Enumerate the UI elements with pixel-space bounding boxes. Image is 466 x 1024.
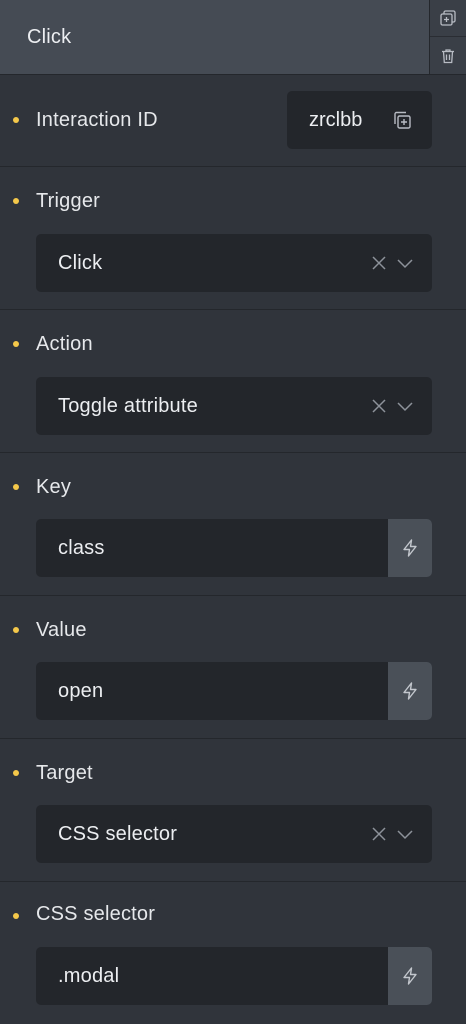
trigger-selected-value: Click bbox=[58, 252, 103, 274]
indicator-dot bbox=[13, 484, 19, 490]
trash-icon bbox=[442, 48, 454, 63]
value-input-value[interactable]: open bbox=[58, 662, 103, 720]
clear-icon[interactable] bbox=[369, 396, 389, 416]
interaction-panel: Click Interaction ID zrclbb Trigger Clic… bbox=[0, 0, 466, 1024]
duplicate-button[interactable] bbox=[430, 0, 466, 37]
copy-icon[interactable] bbox=[392, 110, 412, 130]
chevron-down-icon[interactable] bbox=[395, 824, 415, 844]
indicator-dot bbox=[13, 117, 19, 123]
target-row: Target CSS selector bbox=[0, 738, 466, 881]
interaction-id-label: Interaction ID bbox=[36, 109, 158, 131]
interaction-id-box: zrclbb bbox=[287, 91, 432, 149]
target-select[interactable]: CSS selector bbox=[36, 805, 432, 863]
action-select[interactable]: Toggle attribute bbox=[36, 377, 432, 435]
value-input[interactable]: open bbox=[36, 662, 432, 720]
interaction-id-row: Interaction ID zrclbb bbox=[0, 74, 466, 166]
css-selector-row: CSS selector .modal bbox=[0, 881, 466, 1024]
dynamic-data-button[interactable] bbox=[388, 947, 432, 1005]
value-label: Value bbox=[36, 619, 87, 641]
dynamic-data-icon bbox=[403, 539, 417, 557]
clear-icon[interactable] bbox=[369, 824, 389, 844]
value-row: Value open bbox=[0, 595, 466, 738]
key-label: Key bbox=[36, 476, 72, 498]
key-input[interactable]: class bbox=[36, 519, 432, 577]
chevron-down-icon[interactable] bbox=[395, 396, 415, 416]
indicator-dot bbox=[13, 770, 19, 776]
key-row: Key class bbox=[0, 452, 466, 595]
indicator-dot bbox=[13, 198, 19, 204]
dynamic-data-button[interactable] bbox=[388, 662, 432, 720]
trigger-select[interactable]: Click bbox=[36, 234, 432, 292]
delete-button[interactable] bbox=[430, 37, 466, 74]
indicator-dot bbox=[13, 913, 19, 919]
css-selector-label: CSS selector bbox=[36, 903, 156, 925]
indicator-dot bbox=[13, 341, 19, 347]
dynamic-data-button[interactable] bbox=[388, 519, 432, 577]
dynamic-data-icon bbox=[403, 967, 417, 985]
header-actions bbox=[430, 0, 466, 74]
css-selector-input[interactable]: .modal bbox=[36, 947, 432, 1005]
indicator-dot bbox=[13, 627, 19, 633]
duplicate-icon bbox=[440, 10, 456, 26]
trigger-row: Trigger Click bbox=[0, 166, 466, 309]
interaction-id-value: zrclbb bbox=[309, 109, 363, 131]
clear-icon[interactable] bbox=[369, 253, 389, 273]
interaction-header[interactable]: Click bbox=[0, 0, 430, 74]
css-selector-input-value[interactable]: .modal bbox=[58, 947, 119, 1005]
key-input-value[interactable]: class bbox=[58, 519, 105, 577]
trigger-label: Trigger bbox=[36, 190, 101, 212]
chevron-down-icon[interactable] bbox=[395, 253, 415, 273]
action-selected-value: Toggle attribute bbox=[58, 395, 198, 417]
target-label: Target bbox=[36, 762, 93, 784]
target-selected-value: CSS selector bbox=[58, 823, 178, 845]
action-label: Action bbox=[36, 333, 93, 355]
interaction-title: Click bbox=[27, 25, 72, 48]
action-row: Action Toggle attribute bbox=[0, 309, 466, 452]
dynamic-data-icon bbox=[403, 682, 417, 700]
